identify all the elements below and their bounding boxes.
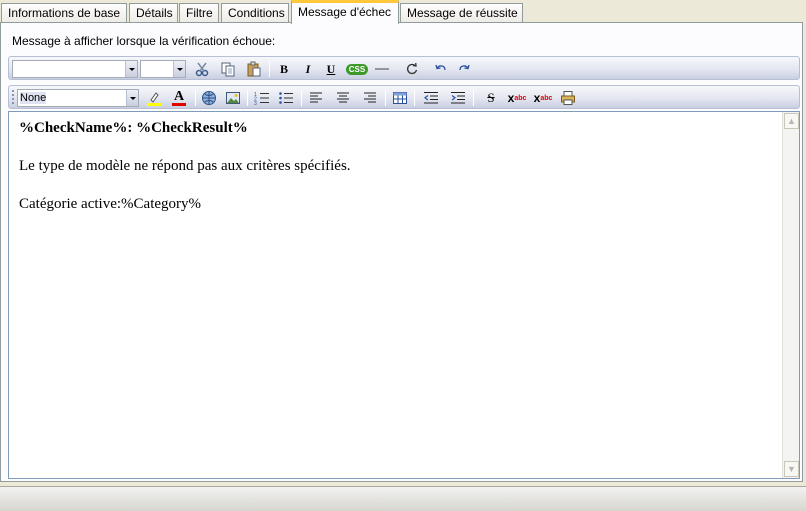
- css-icon[interactable]: CSS: [345, 60, 369, 78]
- insert-image-icon[interactable]: [224, 89, 242, 107]
- toolbar-separator: [301, 90, 302, 106]
- font-size-select[interactable]: [140, 60, 186, 78]
- editor-line-2: Catégorie active:%Category%: [19, 196, 202, 212]
- insert-table-icon[interactable]: [391, 89, 409, 107]
- tab-strip: Informations de base Détails Filtre Cond…: [0, 0, 806, 24]
- align-right-icon[interactable]: [361, 89, 379, 107]
- tab-message-reussite[interactable]: Message de réussite: [400, 3, 523, 23]
- prompt-label: Message à afficher lorsque la vérificati…: [12, 34, 276, 48]
- subscript-label: abc: [540, 94, 553, 102]
- editor-line-1: Le type de modèle ne répond pas aux crit…: [19, 158, 351, 174]
- align-left-icon[interactable]: [307, 89, 325, 107]
- italic-icon[interactable]: I: [299, 60, 317, 78]
- highlight-color-icon[interactable]: [145, 89, 163, 107]
- insert-link-icon[interactable]: [200, 89, 218, 107]
- chevron-down-icon[interactable]: [173, 61, 185, 77]
- style-value: None: [20, 92, 47, 104]
- font-color-icon[interactable]: A: [170, 89, 188, 107]
- style-select[interactable]: None: [17, 89, 139, 107]
- editor-content[interactable]: %CheckName%: %CheckResult% Le type de mo…: [19, 118, 779, 232]
- horizontal-rule-icon[interactable]: [373, 60, 391, 78]
- print-icon[interactable]: [559, 89, 577, 107]
- cut-icon[interactable]: [193, 60, 211, 78]
- font-name-select[interactable]: [12, 60, 138, 78]
- align-center-icon[interactable]: [334, 89, 352, 107]
- toolbar-separator: [269, 61, 270, 77]
- tab-informations-de-base[interactable]: Informations de base: [1, 3, 127, 23]
- tab-message-echec[interactable]: Message d'échec: [291, 0, 399, 24]
- toolbar-separator: [473, 90, 474, 106]
- refresh-icon[interactable]: [403, 60, 421, 78]
- message-editor[interactable]: %CheckName%: %CheckResult% Le type de mo…: [8, 111, 800, 479]
- numbered-list-icon[interactable]: 123: [253, 89, 271, 107]
- chevron-down-icon[interactable]: [126, 90, 138, 106]
- scroll-up-icon[interactable]: ▲: [784, 113, 799, 129]
- tab-conditions[interactable]: Conditions: [221, 3, 289, 23]
- font-color-label: A: [171, 88, 187, 106]
- tab-panel: Message à afficher lorsque la vérificati…: [0, 22, 803, 482]
- outdent-icon[interactable]: [422, 89, 440, 107]
- copy-icon[interactable]: [219, 60, 237, 78]
- paragraph-toolbar: None A 123 S x abc x abc: [8, 85, 800, 109]
- tab-filtre[interactable]: Filtre: [179, 3, 219, 23]
- svg-text:3: 3: [254, 101, 257, 106]
- format-toolbar: B I U CSS: [8, 56, 800, 80]
- subscript-icon[interactable]: x abc: [532, 89, 554, 107]
- superscript-icon[interactable]: x abc: [506, 89, 528, 107]
- toolbar-separator: [247, 90, 248, 106]
- editor-heading: %CheckName%: %CheckResult%: [19, 120, 248, 136]
- bullet-list-icon[interactable]: [277, 89, 295, 107]
- chevron-down-icon[interactable]: [125, 61, 137, 77]
- css-badge: CSS: [345, 63, 369, 75]
- vertical-scrollbar[interactable]: ▲ ▼: [782, 112, 799, 478]
- bold-icon[interactable]: B: [275, 60, 293, 78]
- scroll-down-icon[interactable]: ▼: [784, 461, 799, 477]
- toolbar-separator: [385, 90, 386, 106]
- underline-icon[interactable]: U: [322, 60, 340, 78]
- indent-icon[interactable]: [449, 89, 467, 107]
- redo-icon[interactable]: [455, 60, 473, 78]
- superscript-label: abc: [514, 94, 527, 102]
- toolbar-separator: [195, 90, 196, 106]
- strikethrough-icon[interactable]: S: [482, 89, 500, 107]
- paste-icon[interactable]: [245, 60, 263, 78]
- toolbar-separator: [414, 90, 415, 106]
- toolbar-grip[interactable]: [12, 90, 14, 105]
- status-bar: [0, 486, 806, 511]
- tab-details[interactable]: Détails: [129, 3, 178, 23]
- undo-icon[interactable]: [432, 60, 450, 78]
